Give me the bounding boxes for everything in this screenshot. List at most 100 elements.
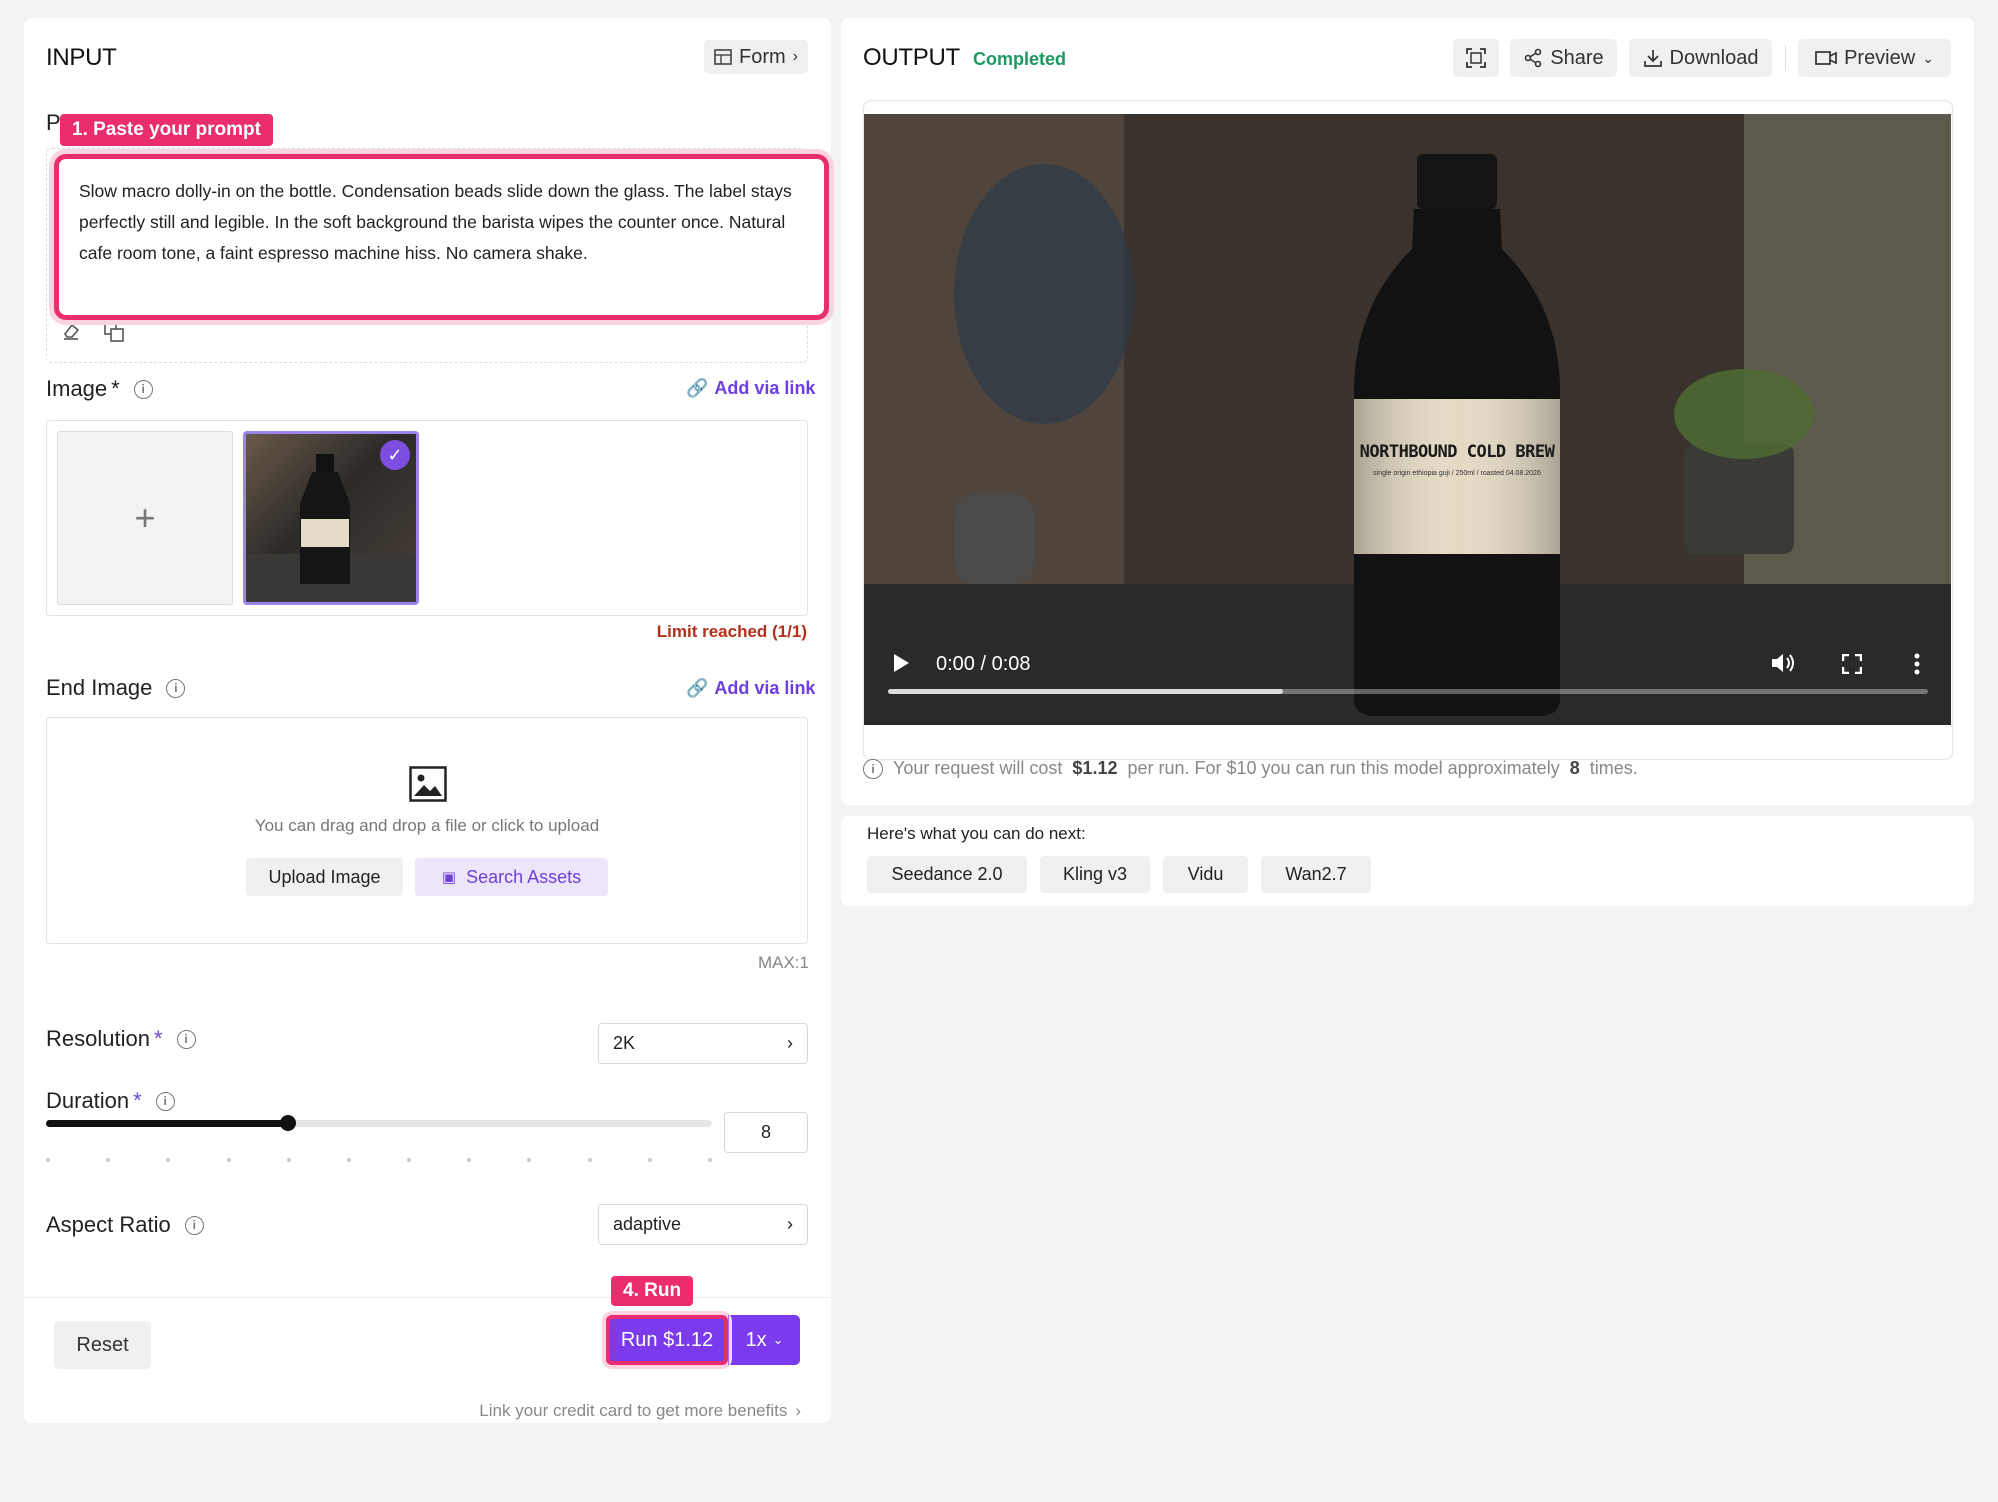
video-player[interactable]: NORTHBOUND COLD BREW single origin ethio… [864,114,1951,725]
model-pill-seedance[interactable]: Seedance 2.0 [867,856,1027,893]
end-image-add-via-link[interactable]: 🔗 Add via link [686,678,815,699]
model-pill-vidu[interactable]: Vidu [1163,856,1248,893]
table-icon [714,49,732,65]
resolution-select[interactable]: 2K › [598,1023,808,1064]
fullscreen-icon[interactable] [1841,653,1863,679]
info-icon[interactable]: i [176,1029,196,1049]
image-label: Image * i [46,376,153,402]
play-icon[interactable] [892,653,910,678]
slider-tick [226,1158,231,1162]
slider-tick [106,1158,111,1162]
slider-tick [527,1158,532,1162]
expand-icon [1466,48,1486,68]
end-image-dropzone[interactable]: You can drag and drop a file or click to… [46,717,808,944]
run-button-group: Run $1.12 1x ⌄ [606,1315,800,1365]
download-icon [1643,50,1662,67]
selected-check-icon: ✓ [380,440,410,470]
image-add-via-link[interactable]: 🔗 Add via link [686,378,815,399]
duration-slider-fill [46,1120,289,1127]
model-pill-wan[interactable]: Wan2.7 [1261,856,1371,893]
cost-price: $1.12 [1072,758,1118,778]
info-icon[interactable]: i [184,1215,204,1235]
slider-tick [166,1158,171,1162]
aspect-ratio-select[interactable]: adaptive › [598,1204,808,1245]
duration-slider[interactable] [46,1115,712,1131]
video-progress-bar[interactable] [888,689,1928,694]
aspect-ratio-value: adaptive [613,1214,682,1234]
run-multiplier-value: 1x [745,1328,767,1351]
volume-icon[interactable] [1770,652,1796,679]
credit-card-link[interactable]: Link your credit card to get more benefi… [479,1401,801,1421]
chevron-right-icon: › [795,1401,801,1420]
input-title: INPUT [46,44,117,71]
upload-image-button[interactable]: Upload Image [246,858,403,896]
output-title: OUTPUT [863,44,960,71]
search-assets-button[interactable]: ▣ Search Assets [415,858,608,896]
chevron-right-icon: › [787,1033,793,1053]
image-upload-area: + ✓ [46,420,808,616]
model-pill-kling[interactable]: Kling v3 [1040,856,1150,893]
form-toggle-button[interactable]: Form › [704,40,808,74]
cost-count: 8 [1569,758,1580,778]
max-count-text: MAX:1 [757,953,809,972]
resolution-label-text: Resolution [46,1026,150,1051]
end-image-label: End Image i [46,675,186,701]
chevron-down-icon: ⌄ [772,1332,784,1347]
image-placeholder-icon [409,766,447,802]
preview-dropdown[interactable]: Preview ⌄ [1798,39,1951,77]
prompt-textarea[interactable]: Slow macro dolly-in on the bottle. Conde… [54,154,829,320]
duration-slider-ticks [46,1158,712,1162]
slider-tick [286,1158,291,1162]
status-badge: Completed [973,49,1067,69]
duration-label: Duration * i [46,1088,175,1114]
link-icon: 🔗 [686,678,709,698]
info-icon[interactable]: i [133,379,153,399]
resolution-required-mark: * [153,1026,163,1051]
aspect-ratio-label: Aspect Ratio i [46,1212,204,1238]
more-options-icon[interactable] [1914,653,1920,680]
next-steps-panel: Here's what you can do next: Seedance 2.… [841,816,1974,906]
info-icon: i [863,758,883,779]
slider-tick [708,1158,712,1162]
video-camera-icon [1815,51,1837,65]
slider-tick [407,1158,412,1162]
eraser-icon[interactable] [61,321,81,346]
next-steps-heading: Here's what you can do next: [867,824,1086,843]
chevron-right-icon: › [787,1214,793,1234]
slider-tick [46,1158,50,1162]
limit-reached-text: Limit reached (1/1) [656,622,807,641]
duration-slider-handle[interactable] [280,1115,297,1131]
video-buffered-bar [888,689,1284,694]
preview-label: Preview [1844,46,1916,69]
duration-input[interactable]: 8 [724,1112,808,1153]
info-icon[interactable]: i [155,1091,175,1111]
input-panel: INPUT Form › P Slow macro dolly-in on th… [24,18,831,1423]
slider-tick [346,1158,351,1162]
info-icon[interactable]: i [166,678,186,698]
slider-tick [467,1158,472,1162]
prompt-label: P [46,110,61,135]
cost-mid: per run. For $10 you can run this model … [1127,758,1560,778]
image-thumbnail[interactable]: ✓ [243,431,419,605]
copy-icon[interactable] [103,321,125,348]
share-label: Share [1550,46,1604,69]
image-add-link-label: Add via link [714,378,816,398]
toolbar-divider [1785,45,1786,71]
share-button[interactable]: Share [1510,39,1617,77]
link-icon: 🔗 [686,378,709,398]
credit-card-link-text: Link your credit card to get more benefi… [479,1401,788,1420]
share-icon [1525,48,1542,68]
fullscreen-toggle-button[interactable] [1453,39,1499,77]
image-required-mark: * [111,376,120,401]
download-button[interactable]: Download [1629,39,1772,77]
resolution-label: Resolution * i [46,1026,196,1052]
prompt-callout: 1. Paste your prompt [60,114,273,146]
reset-button[interactable]: Reset [54,1321,151,1369]
duration-label-text: Duration [46,1088,130,1113]
add-image-tile[interactable]: + [57,431,233,605]
video-controls: 0:00 / 0:08 [864,635,1951,725]
end-image-add-link-label: Add via link [714,678,816,698]
run-button[interactable]: Run $1.12 [606,1315,728,1365]
upload-hint-text: You can drag and drop a file or click to… [254,816,600,835]
run-multiplier-dropdown[interactable]: 1x ⌄ [728,1315,800,1365]
